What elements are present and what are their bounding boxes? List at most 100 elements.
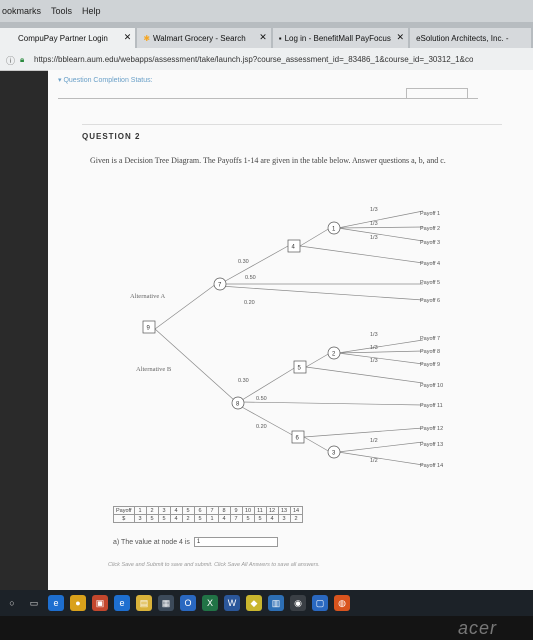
payoff-table-header-cell: 7 xyxy=(205,506,219,515)
close-icon[interactable]: ✕ xyxy=(124,32,132,43)
tab-label: eSolution Architects, Inc. - xyxy=(416,33,509,43)
branch-alt-a xyxy=(154,283,217,330)
payoff-label-2: Payoff 2 xyxy=(420,226,440,232)
branch-alt-b xyxy=(154,328,235,401)
payoff-table-cell: 4 xyxy=(265,514,279,523)
taskbar: ○ ▭ e ● ▣ e ▤ ▦ O X W ◆ ▥ ◉ ▢ ◍ xyxy=(0,590,533,616)
footer-note: Click Save and Submit to save and submit… xyxy=(108,562,320,568)
acer-logo: acer xyxy=(457,618,497,638)
chrome-icon[interactable]: ● xyxy=(70,595,86,611)
prob-8-b: 0.50 xyxy=(256,396,267,402)
prob-7-b: 0.50 xyxy=(245,275,256,281)
page-icon: ▪ xyxy=(278,33,282,43)
address-bar[interactable]: ⓘ 🔒︎ https://bblearn.aum.edu/webapps/ass… xyxy=(0,48,533,71)
info-icon[interactable]: ⓘ xyxy=(6,54,16,66)
payoff-table-cell: 5 xyxy=(157,514,171,523)
sticky-notes-icon[interactable]: ◆ xyxy=(246,595,262,611)
payoff-table-header-cell: 10 xyxy=(241,506,255,515)
tab-walmart[interactable]: ✱ Walmart Grocery - Search ✕ xyxy=(137,28,271,48)
payoff-label-4: Payoff 4 xyxy=(420,261,440,267)
menu-help[interactable]: Help xyxy=(82,6,101,16)
prob-3-b: 1/2 xyxy=(370,458,378,464)
excel-icon[interactable]: X xyxy=(202,595,218,611)
explorer-icon[interactable]: ▤ xyxy=(136,595,152,611)
tab-compupay[interactable]: CompuPay Partner Login ✕ xyxy=(0,28,136,48)
branch-6-payoff12 xyxy=(303,427,424,438)
assessment-page: ▾ Question Completion Status: QUESTION 2… xyxy=(48,70,533,590)
payoff-label-9: Payoff 9 xyxy=(420,362,440,368)
branch-1-p3 xyxy=(337,227,424,242)
branch-1-p1 xyxy=(337,210,424,229)
branch-3-p13 xyxy=(337,441,424,453)
store-icon[interactable]: ▣ xyxy=(92,595,108,611)
payoff-label-14: Payoff 14 xyxy=(420,463,443,469)
edge-icon-2[interactable]: e xyxy=(114,595,130,611)
url-text[interactable]: https://bblearn.aum.edu/webapps/assessme… xyxy=(34,55,473,64)
tab-label: CompuPay Partner Login xyxy=(18,33,108,43)
prob-1-a: 1/3 xyxy=(370,207,378,213)
prob-8-a: 0.30 xyxy=(238,378,249,384)
payoff-table-header: Payoff 1 2 3 4 5 6 7 8 9 10 11 12 13 14 xyxy=(113,506,303,515)
teams-icon[interactable]: ▢ xyxy=(312,595,328,611)
branch-7-020 xyxy=(219,285,424,301)
payoff-table-header-cell: 9 xyxy=(229,506,243,515)
prob-8-c: 0.20 xyxy=(256,424,267,430)
payoff-label-1: Payoff 1 xyxy=(420,211,440,217)
app-icon-2[interactable]: ▥ xyxy=(268,595,284,611)
branch-6-to-3 xyxy=(303,436,331,453)
prob-1-b: 1/3 xyxy=(370,221,378,227)
payoff-table-header-cell: 6 xyxy=(193,506,207,515)
tab-esolution[interactable]: eSolution Architects, Inc. - xyxy=(410,28,531,48)
task-view-icon[interactable]: ▭ xyxy=(26,595,42,611)
outlook-icon[interactable]: O xyxy=(180,595,196,611)
payoff-table-header-cell: 11 xyxy=(253,506,267,515)
payoff-table-row: $3 5 5 4 2 5 1 4 7 5 5 4 3 2 xyxy=(113,514,303,523)
payoff-label-7: Payoff 7 xyxy=(420,336,440,342)
lock-icon: 🔒︎ xyxy=(20,55,25,64)
payoff-table-header-cell: Payoff xyxy=(113,506,135,515)
payoff-label-12: Payoff 12 xyxy=(420,426,443,432)
monitor-bezel: acer xyxy=(0,616,533,640)
app-icon[interactable]: ▦ xyxy=(158,595,174,611)
branch-8-050 xyxy=(241,401,424,406)
decision-tree-diagram: 9 7 4 1 8 5 2 6 3 Alternative A Alternat… xyxy=(130,207,443,469)
walmart-icon: ✱ xyxy=(143,33,151,43)
close-icon[interactable]: ✕ xyxy=(259,32,267,43)
branch-8-020 xyxy=(239,405,297,438)
payoff-table: Payoff 1 2 3 4 5 6 7 8 9 10 11 12 13 14 $3 5 5 4 2 5 1 4 7 5 5 4 3… xyxy=(113,506,303,523)
payoff-label-8: Payoff 8 xyxy=(420,349,440,355)
answer-a: a) The value at node 4 is 1 xyxy=(113,537,278,547)
payoff-table-cell: 3 xyxy=(277,514,291,523)
branch-2-p9 xyxy=(337,352,424,365)
firefox-icon[interactable]: ◍ xyxy=(334,595,350,611)
payoff-table-header-cell: 2 xyxy=(145,506,159,515)
edge-icon[interactable]: e xyxy=(48,595,64,611)
menu-bookmarks[interactable]: ookmarks xyxy=(2,6,41,16)
windows-start-icon[interactable]: ○ xyxy=(4,595,20,611)
payoff-table-cell: 5 xyxy=(193,514,207,523)
payoff-table-cell: 4 xyxy=(169,514,183,523)
answer-a-input[interactable]: 1 xyxy=(193,537,278,547)
payoff-table-cell: 2 xyxy=(289,514,303,523)
menu-tools[interactable]: Tools xyxy=(51,6,72,16)
branch-5-payoff10 xyxy=(305,366,424,384)
payoff-label-13: Payoff 13 xyxy=(420,442,443,448)
payoff-table-cell: 2 xyxy=(181,514,195,523)
payoff-table-cell: 5 xyxy=(241,514,255,523)
branch-4-payoff4 xyxy=(299,245,424,264)
close-icon[interactable]: ✕ xyxy=(397,32,405,43)
payoff-table-cell: 4 xyxy=(217,514,231,523)
payoff-table-cell: $ xyxy=(113,514,135,523)
prob-7-a: 0.30 xyxy=(238,259,249,265)
branch-5-to-2 xyxy=(305,352,331,368)
answer-a-label: a) The value at node 4 is xyxy=(113,538,190,546)
payoff-label-6: Payoff 6 xyxy=(420,298,440,304)
tab-strip: CompuPay Partner Login ✕ ✱ Walmart Groce… xyxy=(0,22,533,48)
branch-3-p14 xyxy=(337,451,424,466)
browser-menubar: ookmarks Tools Help xyxy=(0,0,533,22)
app-icon-3[interactable]: ◉ xyxy=(290,595,306,611)
word-icon[interactable]: W xyxy=(224,595,240,611)
alternative-b-label: Alternative B xyxy=(136,366,172,373)
payoff-table-header-cell: 5 xyxy=(181,506,195,515)
tab-benefitmall[interactable]: ▪ Log in - BenefitMall PayFocus ✕ xyxy=(272,28,409,48)
